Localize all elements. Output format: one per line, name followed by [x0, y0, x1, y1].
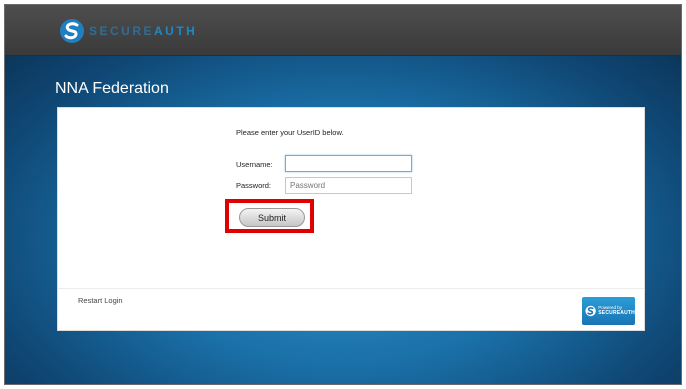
secureauth-logo-icon — [60, 19, 84, 43]
username-input[interactable] — [285, 155, 412, 172]
badge-text: Powered by SECUREAUTH — [598, 306, 635, 316]
logo-text-secure: SECURE — [89, 24, 155, 38]
login-panel: Please enter your UserID below. Username… — [57, 107, 645, 331]
password-label: Password: — [236, 181, 272, 190]
instruction-text: Please enter your UserID below. — [236, 128, 344, 137]
page-title: NNA Federation — [55, 80, 169, 97]
panel-divider — [58, 288, 644, 289]
username-label: Username: — [236, 160, 273, 169]
secureauth-badge-icon — [585, 305, 596, 317]
top-bar: SECUREAUTH — [5, 5, 681, 56]
badge-secureauth: SECUREAUTH — [598, 309, 635, 316]
logo-text: SECUREAUTH — [89, 24, 197, 38]
powered-by-secureauth-badge[interactable]: Powered by SECUREAUTH — [582, 297, 635, 325]
restart-login-link[interactable]: Restart Login — [78, 296, 123, 305]
logo-text-auth: AUTH — [154, 24, 198, 38]
secureauth-logo: SECUREAUTH — [59, 18, 197, 44]
password-input[interactable] — [285, 177, 412, 194]
submit-highlight-box — [225, 199, 314, 233]
browser-viewport: SECUREAUTH NNA Federation Please enter y… — [4, 4, 682, 385]
